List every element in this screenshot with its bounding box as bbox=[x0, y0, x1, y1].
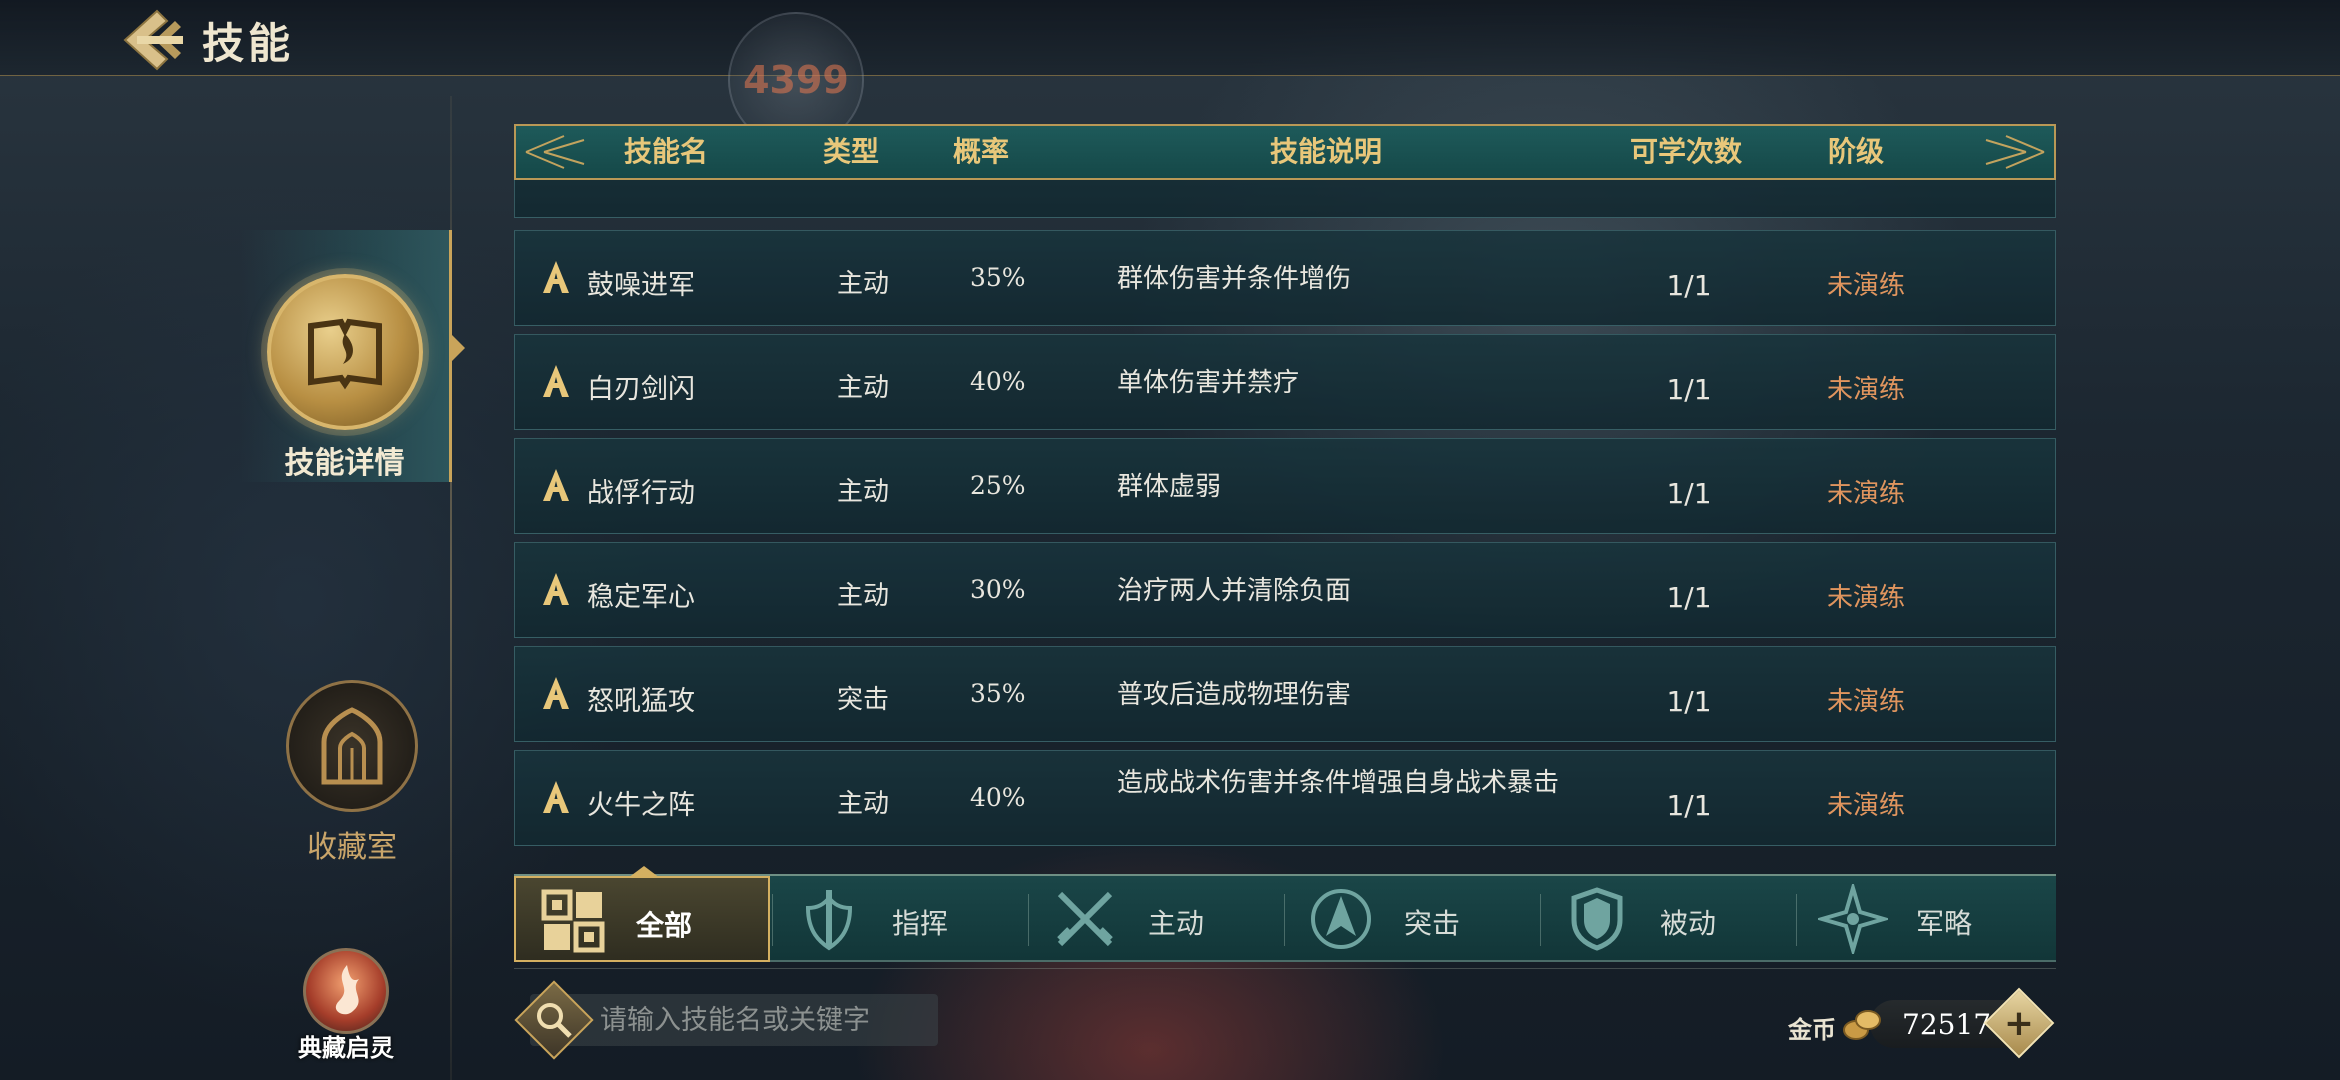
top-bar: 技能 bbox=[0, 0, 2340, 76]
skill-rate: 40% bbox=[970, 367, 1026, 396]
rank-a-icon bbox=[543, 469, 569, 501]
skill-type: 主动 bbox=[837, 373, 890, 403]
skill-type: 主动 bbox=[837, 581, 890, 611]
column-header-description: 技能说明 bbox=[1269, 135, 1382, 168]
skill-description: 造成战术伤害并条件增强自身战术暴击 bbox=[1117, 768, 1560, 798]
tab-strategy[interactable]: 军略 bbox=[1796, 876, 2052, 962]
table-row[interactable]: 鼓噪进军 主动 35% 群体伤害并条件增伤 1/1 未演练 bbox=[514, 230, 2056, 326]
sword-shield-icon bbox=[805, 890, 853, 951]
tab-passive[interactable]: 被动 bbox=[1540, 876, 1796, 962]
back-arrow-icon bbox=[123, 9, 183, 71]
currency-label: 金币 bbox=[1788, 1016, 1836, 1044]
skill-name: 怒吼猛攻 bbox=[587, 686, 695, 717]
crossed-swords-icon bbox=[1057, 891, 1113, 947]
column-header-count: 可学次数 bbox=[1629, 135, 1742, 168]
sidebar-item-spirit[interactable]: 典藏启灵 bbox=[286, 948, 406, 1063]
skill-status: 未演练 bbox=[1827, 271, 1906, 301]
column-header-type: 类型 bbox=[822, 135, 879, 168]
tab-assault[interactable]: 突击 bbox=[1284, 876, 1540, 962]
skill-table-header: 技能名 类型 概率 技能说明 可学次数 阶级 bbox=[514, 124, 2056, 180]
skill-description: 群体伤害并条件增伤 bbox=[1117, 264, 1352, 294]
rank-a-icon bbox=[543, 781, 569, 813]
skill-rate: 35% bbox=[970, 679, 1026, 708]
skill-name: 鼓噪进军 bbox=[587, 270, 695, 301]
search-icon bbox=[514, 980, 594, 1060]
skill-name: 稳定军心 bbox=[587, 582, 695, 613]
star-compass-icon bbox=[1818, 884, 1888, 954]
skill-description: 群体虚弱 bbox=[1117, 472, 1222, 502]
skill-list[interactable]: 鼓噪进军 主动 35% 群体伤害并条件增伤 1/1 未演练 白刃剑闪 主动 40… bbox=[514, 180, 2056, 860]
skill-name: 火牛之阵 bbox=[587, 790, 695, 821]
skill-status: 未演练 bbox=[1827, 791, 1906, 821]
table-row[interactable]: 稳定军心 主动 30% 治疗两人并清除负面 1/1 未演练 bbox=[514, 542, 2056, 638]
column-header-name: 技能名 bbox=[623, 135, 708, 168]
skill-count: 1/1 bbox=[1666, 269, 1712, 302]
currency-amount: 72517 bbox=[1902, 1008, 1992, 1041]
active-tab-pointer bbox=[628, 866, 660, 878]
skill-description: 治疗两人并清除负面 bbox=[1117, 576, 1352, 606]
bottom-divider bbox=[514, 968, 2056, 969]
skill-rate: 40% bbox=[970, 783, 1026, 812]
sidebar-item-skill-details[interactable]: 技能详情 bbox=[240, 230, 465, 482]
tab-active-skill[interactable]: 主动 bbox=[1028, 876, 1284, 962]
grid-icon bbox=[541, 889, 605, 953]
skill-status: 未演练 bbox=[1827, 687, 1906, 717]
skill-book-icon bbox=[266, 274, 423, 430]
active-indicator bbox=[451, 334, 465, 362]
sidebar-item-collection[interactable]: 收藏室 bbox=[272, 680, 432, 866]
skill-count: 1/1 bbox=[1666, 581, 1712, 614]
skill-type: 主动 bbox=[837, 477, 890, 507]
skill-count: 1/1 bbox=[1666, 373, 1712, 406]
search-input[interactable] bbox=[600, 994, 930, 1046]
header-ornament-right-icon bbox=[1985, 135, 2045, 169]
page-title: 技能 bbox=[202, 19, 295, 68]
skill-status: 未演练 bbox=[1827, 479, 1906, 509]
rank-a-icon bbox=[543, 677, 569, 709]
collection-hall-icon bbox=[286, 680, 418, 812]
gold-coins-icon bbox=[1843, 1010, 1881, 1040]
skill-name: 战俘行动 bbox=[587, 478, 695, 509]
rank-a-icon bbox=[543, 261, 569, 293]
skill-type: 主动 bbox=[837, 269, 890, 299]
table-row[interactable]: 战俘行动 主动 25% 群体虚弱 1/1 未演练 bbox=[514, 438, 2056, 534]
plus-icon: + bbox=[2003, 1002, 2035, 1044]
skill-count: 1/1 bbox=[1666, 789, 1712, 822]
skill-count: 1/1 bbox=[1666, 685, 1712, 718]
table-row[interactable] bbox=[514, 180, 2056, 218]
skill-name: 白刃剑闪 bbox=[587, 374, 695, 405]
skill-type: 主动 bbox=[837, 789, 890, 819]
skill-description: 普攻后造成物理伤害 bbox=[1117, 680, 1352, 710]
skill-filter-tabs: 全部 指挥 主动 突击 被动 军略 bbox=[514, 866, 2056, 962]
arrow-up-icon bbox=[1311, 889, 1371, 949]
rank-a-icon bbox=[543, 573, 569, 605]
column-header-rate: 概率 bbox=[952, 135, 1009, 168]
skill-rate: 35% bbox=[970, 263, 1026, 292]
skill-description: 单体伤害并禁疗 bbox=[1117, 368, 1300, 398]
tab-all[interactable]: 全部 bbox=[514, 866, 770, 962]
skill-rate: 30% bbox=[970, 575, 1026, 604]
skill-count: 1/1 bbox=[1666, 477, 1712, 510]
skill-status: 未演练 bbox=[1827, 375, 1906, 405]
table-row[interactable]: 白刃剑闪 主动 40% 单体伤害并禁疗 1/1 未演练 bbox=[514, 334, 2056, 430]
tab-command[interactable]: 指挥 bbox=[772, 876, 1028, 962]
flame-icon bbox=[303, 948, 389, 1034]
table-row[interactable]: 火牛之阵 主动 40% 造成战术伤害并条件增强自身战术暴击 1/1 未演练 bbox=[514, 750, 2056, 846]
skill-rate: 25% bbox=[970, 471, 1026, 500]
back-button[interactable] bbox=[112, 4, 192, 76]
shield-icon bbox=[1571, 887, 1623, 951]
skill-type: 突击 bbox=[837, 685, 890, 715]
search-box[interactable] bbox=[514, 980, 938, 1060]
column-header-rank: 阶级 bbox=[1827, 135, 1884, 168]
table-row[interactable]: 怒吼猛攻 突击 35% 普攻后造成物理伤害 1/1 未演练 bbox=[514, 646, 2056, 742]
rank-a-icon bbox=[543, 365, 569, 397]
skill-status: 未演练 bbox=[1827, 583, 1906, 613]
